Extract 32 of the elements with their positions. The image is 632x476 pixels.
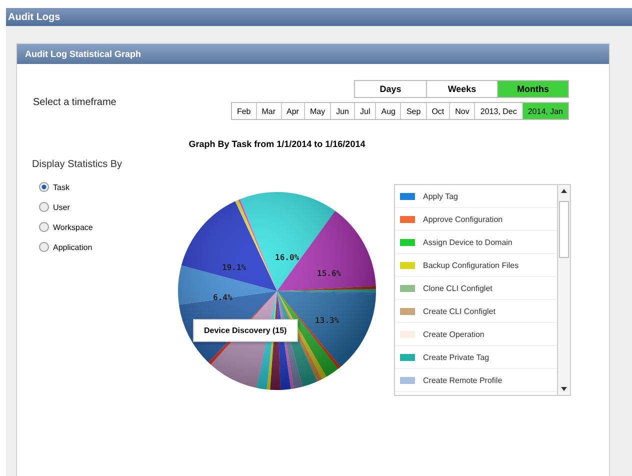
legend-item[interactable]: Assign Device to Domain (395, 231, 557, 254)
radio-option[interactable]: Workspace (39, 217, 177, 237)
radio-icon[interactable] (39, 182, 49, 192)
legend-item[interactable]: Create Private Tag (395, 346, 557, 369)
legend-item[interactable]: Apply Tag (395, 185, 557, 208)
page-title: Audit Logs (6, 8, 632, 26)
slice-label: 16.0% (275, 253, 300, 262)
granularity-tab[interactable]: Months (497, 81, 568, 97)
legend-item[interactable]: Clone CLI Configlet (395, 277, 557, 300)
legend-item[interactable]: Backup Configuration Files (395, 254, 557, 277)
scroll-thumb[interactable] (559, 201, 569, 258)
radio-icon[interactable] (39, 222, 49, 232)
radio-option[interactable]: User (39, 197, 177, 217)
radio-option[interactable]: Task (39, 177, 177, 197)
panel-title: Audit Log Statistical Graph (17, 44, 609, 64)
display-by-label: Display Statistics By (32, 159, 124, 170)
radio-icon[interactable] (39, 242, 49, 252)
radio-icon[interactable] (39, 202, 49, 212)
legend-item[interactable]: Approve Configuration (395, 208, 557, 231)
timeframe-label: Select a timeframe (33, 97, 116, 110)
slice-label: 6.4% (213, 293, 232, 302)
tooltip: Device Discovery (15) (193, 319, 298, 342)
legend-item[interactable]: Create Operation (395, 323, 557, 346)
radio-option[interactable]: Application (39, 237, 177, 257)
scrollbar[interactable] (557, 185, 570, 395)
legend-item[interactable]: Create CLI Configlet (395, 300, 557, 323)
slice-label: 15.6% (317, 269, 342, 278)
chart-title: Graph By Task from 1/1/2014 to 1/16/2014 (188, 139, 366, 149)
legend-item[interactable]: Create Remote Profile (395, 369, 557, 392)
month-tab[interactable]: 2014, Jan (522, 103, 568, 119)
slice-label: 19.1% (222, 263, 246, 272)
slice-label: 13.3% (315, 316, 340, 325)
